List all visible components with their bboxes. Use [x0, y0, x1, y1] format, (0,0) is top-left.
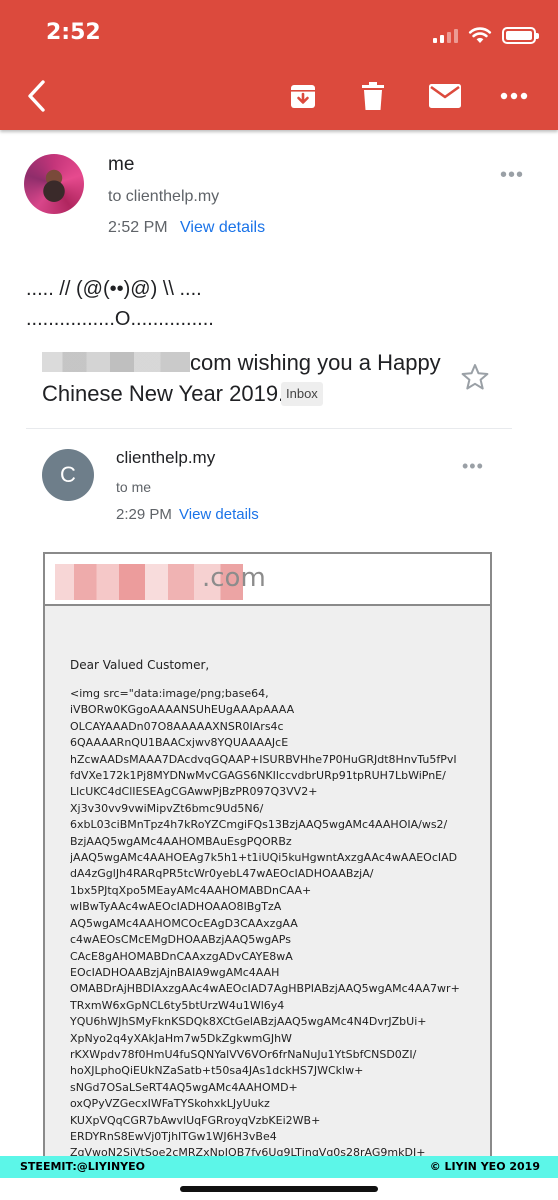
code-line: EOcIADHOAABzjAjnBAIA9wgAMc4AAH — [70, 965, 280, 979]
more-options-button[interactable] — [498, 78, 530, 114]
message-time: 2:52 PM — [108, 219, 168, 236]
embedded-email: .com Dear Valued Customer, <img src="dat… — [43, 552, 492, 1162]
code-line: <img src="data:image/png;base64, — [70, 687, 269, 700]
message-time: 2:29 PM — [116, 506, 172, 523]
view-details-link[interactable]: View details — [179, 506, 259, 523]
code-line: KUXpVQqCGR7bAwvlUqFGRroyqVzbKEi2WB+ — [70, 1113, 321, 1127]
redacted-domain — [42, 352, 190, 372]
subject-line: com wishing you a Happy — [190, 350, 441, 375]
wifi-icon — [468, 27, 492, 43]
code-line: BzjAAQ5wgAMc4AAHOMBAuEsgPQORBz — [70, 834, 292, 848]
mark-unread-button[interactable] — [427, 78, 463, 114]
code-line: c4wAEOsCMcEMgDHOAABzjAAQ5wgAPs — [70, 933, 291, 947]
star-icon[interactable] — [460, 362, 490, 392]
sender-name: clienthelp.my — [116, 448, 216, 467]
embedded-email-header: .com — [45, 554, 490, 606]
email-code-block: <img src="data:image/png;base64, iVBORw0K… — [70, 686, 488, 1160]
archive-icon — [291, 85, 315, 108]
code-line: LlcUKC4dClIESEAgCGAwwPjBzPR097Q3VV2+ — [70, 785, 318, 799]
code-line: hoXJLphoQiEUkNZaSatb+t50sa4JAs1dckHS7JWC… — [70, 1064, 364, 1078]
code-line: oxQPyVZGecxIWFaTYSkohxkLJyUukz — [70, 1097, 270, 1111]
code-line: XpNyo2q4yXAkJaHm7w5DkZgkwmGJhW — [70, 1031, 292, 1045]
mail-icon — [429, 84, 461, 108]
code-line: fdVXe172k1Pj8MYDNwMvCGAGS6NKIlccvdbrURp9… — [70, 769, 446, 783]
avatar[interactable]: C — [42, 449, 94, 501]
code-line: AQ5wgAMc4AAHOMCOcEAgD3CAAxzgAA — [70, 916, 298, 930]
trash-icon — [362, 82, 384, 110]
message-divider — [26, 428, 512, 429]
code-line: hZcwAADsMAAA7DAcdvqGQAAP+ISURBVHhe7P0HuG… — [70, 752, 457, 766]
message-more-button[interactable]: ••• — [462, 456, 484, 477]
code-line: 6QAAAARnQU1BAACxjwv8YQUAAAAJcE — [70, 736, 289, 750]
subject-line: Chinese New Year 2019. — [42, 381, 285, 406]
code-line: jAAQ5wgAMc4AAHOEAg7k5h1+t1iUQi5kuHgwntAx… — [70, 851, 458, 865]
code-line: CAcE8gAHOMABDnCAAxzgADvCAYE8wA — [70, 949, 293, 963]
code-line: wIBwTyAAc4wAEOcIADHOAAO8IBgTzA — [70, 900, 282, 914]
app-bar: 2:52 — [0, 0, 558, 130]
code-line: rKXWpdv78f0HmU4fuSQNYalVV6VOr6frNaNuJu1Y… — [70, 1047, 417, 1061]
email-greeting: Dear Valued Customer, — [70, 658, 210, 672]
battery-icon — [502, 26, 539, 44]
code-line: sNGd7OSaLSeRT4AQ5wgAMc4AAHOMD+ — [70, 1080, 298, 1094]
code-line: 1bx5PJtqXpo5MEayAMc4AAHOMABDnCAA+ — [70, 883, 312, 897]
message-more-button[interactable]: ••• — [500, 164, 524, 187]
watermark-bar: STEEMIT:@LIYINYEO © LIYIN YEO 2019 — [0, 1156, 558, 1178]
sender-name: me — [108, 154, 135, 175]
delete-button[interactable] — [358, 78, 388, 114]
view-details-link[interactable]: View details — [180, 219, 265, 237]
status-time: 2:52 — [46, 20, 101, 45]
code-line: Xj3v30vv9vwiMipvZt6bmc9Ud5N6/ — [70, 801, 264, 815]
recipient-line: to me — [116, 479, 152, 495]
code-line: OMABDrAjHBDIAxzgAAc4wAEOcIAD7AgHBPIABzjA… — [70, 982, 460, 996]
code-line: YQU6hWJhSMyFknKSDQk8XCtGelABzjAAQ5wgAMc4… — [70, 1015, 427, 1029]
code-line: OLCAYAAADn07O8AAAAAXNSR0IArs4c — [70, 719, 284, 733]
more-horizontal-icon — [500, 92, 528, 100]
back-button[interactable] — [22, 78, 50, 114]
archive-button[interactable] — [286, 78, 320, 114]
recipient-line: to clienthelp.my — [108, 188, 220, 205]
watermark-left: STEEMIT:@LIYINYEO — [20, 1160, 145, 1173]
back-arrow-icon — [28, 80, 45, 112]
message-body-line: ..... // (@(••)@) \\ .... — [26, 278, 202, 300]
status-icons — [433, 25, 539, 45]
watermark-right: © LIYIN YEO 2019 — [429, 1160, 540, 1173]
cellular-signal-icon — [433, 27, 458, 43]
code-line: dA4zGglJh4RARqPR5tcWr0yebL47wAEOcIADHOAA… — [70, 867, 374, 881]
code-line: ERDYRnS8EwVj0TjhITGw1WJ6H3vBe4 — [70, 1129, 277, 1143]
code-line: TRxmW6xGpNCL6ty5btUrzW4u1Wl6y4 — [70, 998, 285, 1012]
avatar[interactable] — [24, 154, 84, 214]
inbox-label[interactable]: Inbox — [281, 382, 323, 406]
message-body-line: ................O............... — [26, 308, 214, 330]
home-indicator[interactable] — [180, 1186, 378, 1192]
code-line: 6xbL03ciBMnTpz4h7kRoYZCmgiFQs13BzjAAQ5wg… — [70, 818, 448, 832]
code-line: iVBORw0KGgoAAAANSUhEUgAAApAAAA — [70, 703, 295, 717]
logo-text: .com — [202, 563, 266, 593]
